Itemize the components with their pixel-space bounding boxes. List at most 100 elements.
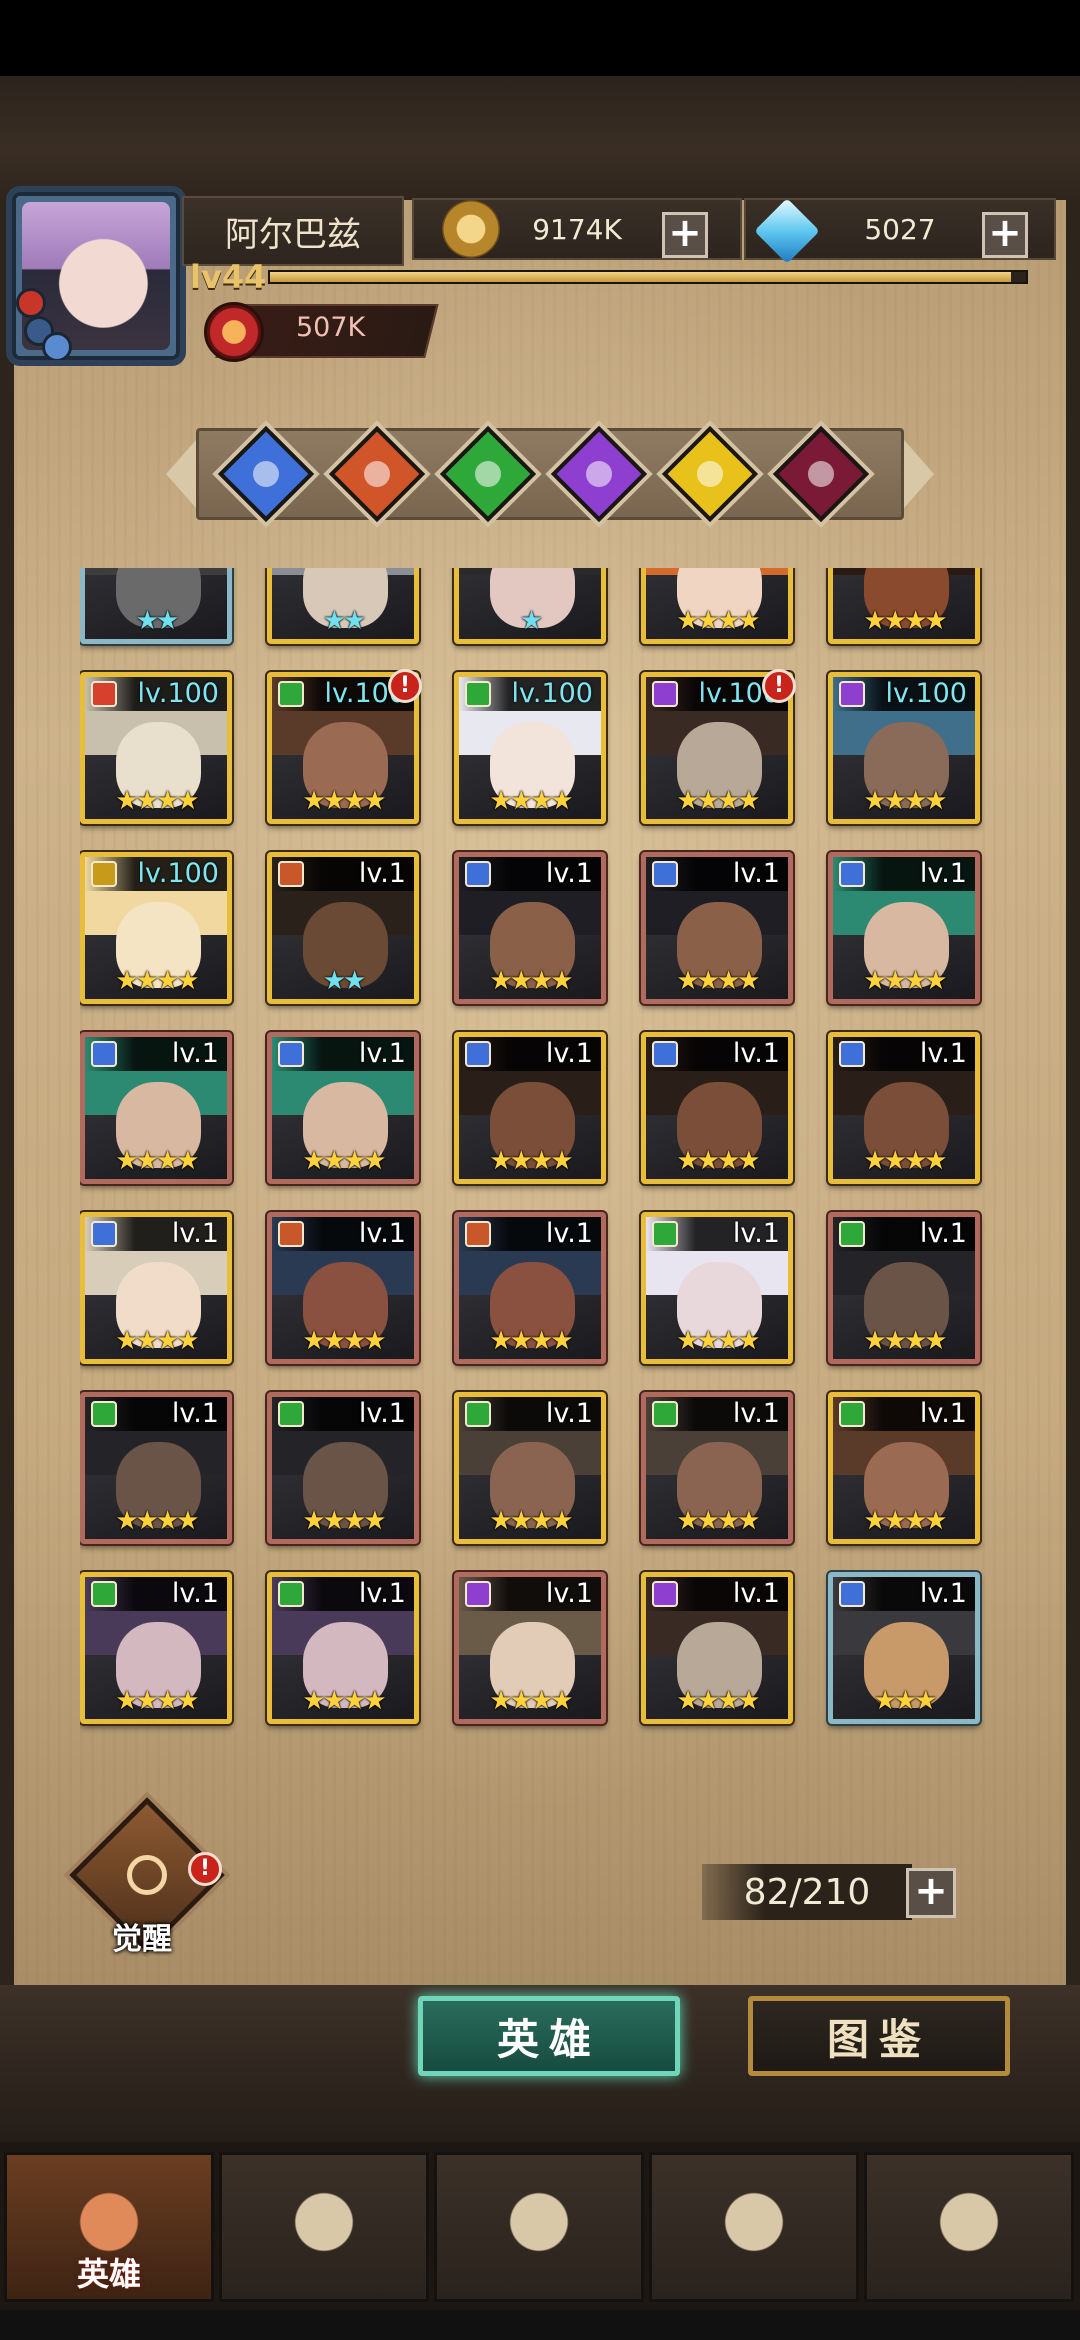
hero-card[interactable]: lv.1 ★★★★ (454, 1212, 606, 1364)
hero-level: lv.1 (358, 1218, 406, 1249)
hero-card[interactable]: lv.1 ★★★★ (828, 1212, 980, 1364)
hero-stars: ★ (519, 606, 543, 636)
expand-capacity-button[interactable]: + (906, 1868, 956, 1918)
hero-class-icon (465, 861, 491, 887)
hero-stars: ★★★★ (115, 1506, 199, 1536)
hero-card[interactable]: lv.1 ★★★★ (641, 1212, 793, 1364)
gold-coin-icon (442, 200, 500, 258)
hero-card[interactable]: lv.1 ★★★★ (80, 1212, 232, 1364)
hero-stars: ★★★★ (863, 1326, 947, 1356)
avatar[interactable] (6, 186, 186, 366)
hero-card[interactable]: lv.1 ★★★★ (267, 1392, 419, 1544)
hero-card[interactable]: lv.100 ★★★★! (267, 669, 422, 824)
hero-card[interactable]: lv.1 ★★ (267, 852, 419, 1004)
gem-value: 5027 (864, 212, 936, 246)
hero-level: lv.1 (732, 1218, 780, 1249)
hero-card[interactable]: lv.100★★★★ (454, 672, 606, 824)
nav-guild[interactable] (864, 2152, 1074, 2302)
hero-card[interactable]: lv.1 ★★★★ (80, 1032, 232, 1184)
hero-class-icon (278, 681, 304, 707)
hero-class-icon (465, 1401, 491, 1427)
hero-stars: ★★★★ (489, 1686, 573, 1716)
hero-card[interactable]: lv.100★★★★ (80, 672, 232, 824)
awaken-alert-badge: ! (188, 1852, 222, 1886)
hero-card[interactable]: lv.1 ★★★★ (267, 1572, 419, 1724)
hero-card[interactable]: lv.100★★ (267, 568, 419, 644)
hero-level: lv.1 (358, 858, 406, 889)
xp-fill (270, 272, 1011, 282)
hero-level: lv.1 (919, 1218, 967, 1249)
nav-battle[interactable] (434, 2152, 644, 2302)
hero-class-icon (465, 1581, 491, 1607)
tab-codex[interactable]: 图鉴 (748, 1996, 1010, 2076)
hero-card[interactable]: lv.100★★★★ (641, 568, 793, 644)
hero-stars: ★★★★ (676, 786, 760, 816)
filter-right-arrow-icon[interactable] (904, 440, 934, 508)
hero-level: lv.1 (171, 1038, 219, 1069)
filter-left-arrow-icon[interactable] (166, 440, 196, 508)
hero-card[interactable]: lv.100★★★★ (80, 852, 232, 1004)
tab-heroes[interactable]: 英雄 (418, 1996, 680, 2076)
hero-card[interactable]: lv.1 ★★★★ (641, 1032, 793, 1184)
hero-level: lv.100 (137, 678, 219, 709)
nav-heroes[interactable]: 英雄 (4, 2152, 214, 2302)
hero-card[interactable]: lv.1 ★★★★ (454, 1572, 606, 1724)
faction-light-glyph (253, 461, 279, 487)
add-gems-button[interactable]: + (982, 212, 1028, 258)
hero-card[interactable]: lv.1 ★★★ (828, 1572, 980, 1724)
hero-card[interactable]: lv.1 ★★★★ (828, 1392, 980, 1544)
awaken-label: 觉醒 (112, 1922, 172, 1957)
hero-level: lv.1 (171, 1218, 219, 1249)
hero-card[interactable]: lv.1 ★★★★ (267, 1212, 419, 1364)
combat-power: 507K (296, 312, 366, 343)
hero-card[interactable]: lv.100★ (454, 568, 606, 644)
hero-stars: ★★★★ (676, 606, 760, 636)
hero-level: lv.1 (358, 1398, 406, 1429)
hero-card[interactable]: lv.100★★★★ (828, 672, 980, 824)
nav-heroes-label: 英雄 (76, 2255, 141, 2293)
hero-stars: ★★★★ (863, 1146, 947, 1176)
hero-class-icon (278, 1041, 304, 1067)
hero-level: lv.1 (919, 858, 967, 889)
hero-stars: ★★★★ (302, 1326, 386, 1356)
hero-stars: ★★★★ (302, 1686, 386, 1716)
system-nav-bar (0, 2310, 1080, 2340)
player-name: 阿尔巴兹 (182, 196, 404, 266)
hero-stars: ★★★★ (863, 966, 947, 996)
hero-card[interactable]: lv.1 ★★★★ (641, 1572, 793, 1724)
hero-class-icon (652, 681, 678, 707)
hero-card[interactable]: lv.1 ★★★★ (641, 852, 793, 1004)
hero-card[interactable]: lv.1 ★★★★ (828, 1032, 980, 1184)
hero-list[interactable]: lv.100★★lv.100★★lv.100★lv.100★★★★lv.100★… (80, 568, 1000, 1768)
hero-card[interactable]: lv.1 ★★★★ (80, 1572, 232, 1724)
hero-class-icon (91, 1581, 117, 1607)
hero-card[interactable]: lv.1 ★★★★ (267, 1032, 419, 1184)
add-gold-button[interactable]: + (662, 212, 708, 258)
hero-class-icon (278, 861, 304, 887)
hero-class-icon (465, 1041, 491, 1067)
hero-class-icon (465, 681, 491, 707)
hero-card[interactable]: lv.1 ★★★★ (80, 1392, 232, 1544)
awaken-swirl-icon (127, 1855, 167, 1895)
nav-battle-icon (484, 2177, 594, 2277)
nav-adventure[interactable] (219, 2152, 429, 2302)
nav-castle[interactable] (649, 2152, 859, 2302)
faction-holy-glyph (697, 461, 723, 487)
hero-class-icon (652, 1401, 678, 1427)
hero-card[interactable]: lv.1 ★★★★ (454, 1032, 606, 1184)
hero-card[interactable]: lv.1 ★★★★ (454, 852, 606, 1004)
header-background (0, 76, 1080, 200)
avatar-badge-icon (16, 288, 46, 318)
hero-card[interactable]: lv.1 ★★★★ (828, 852, 980, 1004)
hero-card[interactable]: lv.1 ★★★★ (454, 1392, 606, 1544)
hero-class-icon (278, 1221, 304, 1247)
hero-card[interactable]: lv.100★★ (80, 568, 232, 644)
hero-card[interactable]: lv.1 ★★★★ (641, 1392, 793, 1544)
hero-level: lv.1 (732, 1398, 780, 1429)
hero-card[interactable]: lv.100 ★★★★! (641, 669, 796, 824)
hero-level: lv.1 (919, 1398, 967, 1429)
avatar-star-icon (42, 332, 72, 360)
hero-card[interactable]: lv.100★★★★ (828, 568, 980, 644)
hero-stars: ★★ (322, 966, 367, 996)
hero-grid: lv.100★★lv.100★★lv.100★lv.100★★★★lv.100★… (80, 568, 1000, 1724)
